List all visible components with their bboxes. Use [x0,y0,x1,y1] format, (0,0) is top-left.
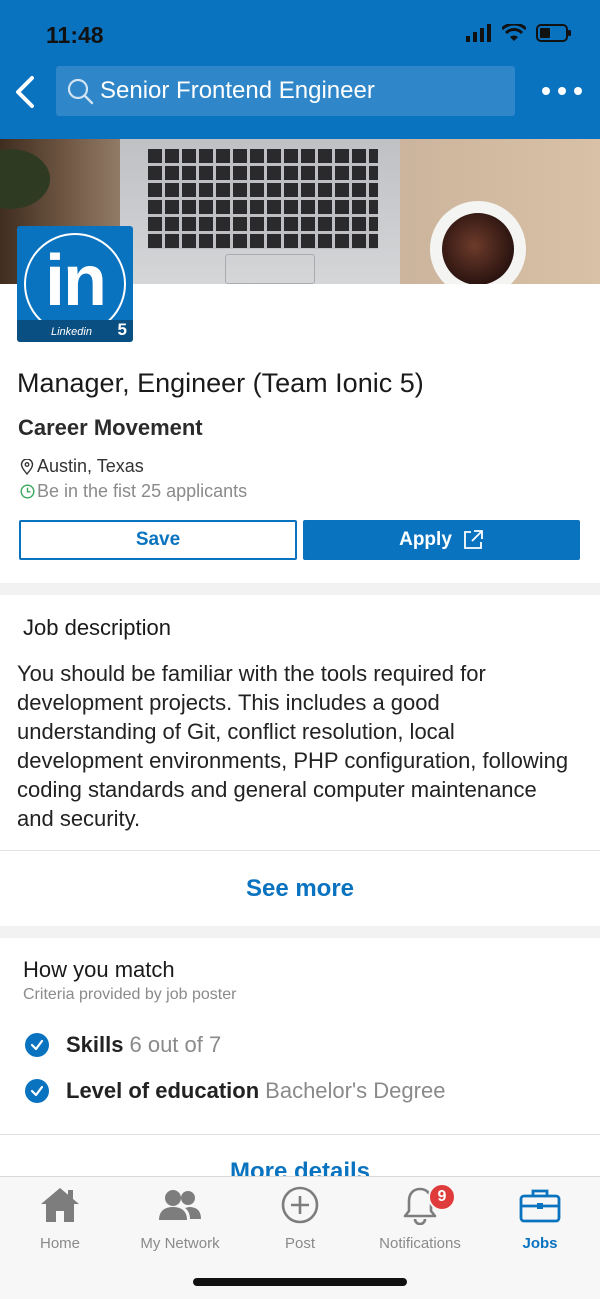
logo-badge: 5 [117,320,127,339]
job-description-text: You should be familiar with the tools re… [17,661,569,831]
applicants-text: Be in the fist 25 applicants [37,481,248,501]
match-label: Level of education [66,1078,260,1103]
signal-icon [466,24,491,42]
nav-label: Notifications [379,1235,461,1252]
divider-line [0,1134,600,1135]
search-icon [66,77,94,105]
check-circle-icon [25,1079,49,1103]
status-icons [466,24,572,42]
briefcase-icon [518,1183,562,1227]
home-indicator[interactable] [193,1278,407,1286]
nav-jobs[interactable]: Jobs [480,1177,600,1257]
bell-icon: 9 [398,1183,456,1227]
notification-count-badge: 9 [428,1183,456,1211]
section-divider [0,926,600,938]
plant-graphic [0,149,50,209]
search-input[interactable] [100,77,500,105]
save-button[interactable]: Save [19,520,297,560]
match-item-skills: Skills 6 out of 7 [25,1032,221,1058]
applicants-row: Be in the fist 25 applicants [19,481,247,502]
laptop-graphic [120,139,400,284]
logo-letters: in [45,241,107,321]
status-time: 11:48 [46,22,104,48]
plus-circle-icon [278,1183,322,1227]
check-circle-icon [25,1033,49,1057]
top-bar: 11:48 [0,0,600,139]
logo-caption: Linkedin [51,326,92,338]
match-value: Bachelor's Degree [265,1078,446,1103]
how-you-match-heading: How you match [23,957,175,982]
see-more-button[interactable]: See more [0,875,600,903]
nav-post[interactable]: Post [240,1177,360,1257]
location-text: Austin, Texas [37,456,144,476]
company-name[interactable]: Career Movement [18,415,203,441]
section-divider [0,583,600,595]
search-bar[interactable] [56,66,515,116]
job-description-heading: Job description [23,615,171,640]
home-icon [38,1183,82,1227]
job-title: Manager, Engineer (Team Ionic 5) [17,368,424,398]
match-value: 6 out of 7 [129,1032,222,1057]
clock-icon [19,484,35,500]
battery-icon [536,24,571,42]
nav-label: My Network [140,1235,220,1252]
more-dots-icon[interactable] [542,78,582,104]
nav-my-network[interactable]: My Network [120,1177,240,1257]
match-item-education: Level of education Bachelor's Degree [25,1078,445,1104]
back-button[interactable] [10,72,40,112]
location-pin-icon [19,458,35,475]
nav-label: Post [284,1235,315,1252]
nav-label: Jobs [522,1235,558,1252]
nav-home[interactable]: Home [0,1177,120,1257]
apply-button[interactable]: Apply [303,520,580,560]
wifi-icon [502,24,526,41]
match-label: Skills [66,1032,124,1057]
criteria-note: Criteria provided by job poster [23,986,237,1003]
coffee-cup-graphic [430,201,526,284]
apply-button-label: Apply [399,529,452,550]
divider-line [0,850,600,851]
nav-label: Home [39,1235,80,1252]
save-button-label: Save [135,529,181,550]
company-logo[interactable]: in Linkedin 5 [17,226,133,342]
network-icon [158,1183,202,1227]
nav-notifications[interactable]: 9 Notifications [360,1177,480,1257]
external-link-icon [463,530,483,549]
chevron-left-icon [16,76,34,108]
location-row: Austin, Texas [19,456,144,477]
